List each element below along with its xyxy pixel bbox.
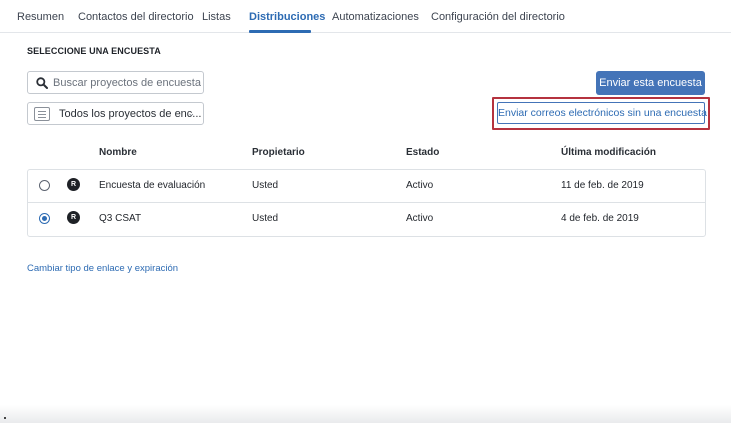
row-divider — [27, 202, 706, 203]
survey-name: Encuesta de evaluación — [99, 180, 206, 191]
survey-owner: Usted — [252, 213, 279, 224]
bottom-shadow — [0, 405, 731, 423]
survey-badge-icon: R — [67, 178, 80, 191]
tab-listas[interactable]: Listas — [202, 11, 231, 23]
column-header-nombre[interactable]: Nombre — [99, 147, 137, 158]
column-header-ultima-modificacion[interactable]: Última modificación — [561, 147, 656, 158]
project-filter-value: Todos los proyectos de enc... — [59, 108, 202, 120]
tab-automatizaciones[interactable]: Automatizaciones — [332, 11, 419, 23]
survey-last-modified: 4 de feb. de 2019 — [561, 213, 639, 224]
search-icon — [36, 77, 48, 89]
section-title: SELECCIONE UNA ENCUESTA — [27, 46, 161, 56]
document-icon — [34, 107, 50, 121]
tab-configuracion-del-directorio[interactable]: Configuración del directorio — [431, 11, 565, 23]
column-header-estado[interactable]: Estado — [406, 147, 439, 158]
search-box[interactable] — [27, 71, 204, 94]
tab-contactos-del-directorio[interactable]: Contactos del directorio — [78, 11, 194, 23]
row-radio-button-selected[interactable] — [39, 213, 50, 224]
tab-distribuciones[interactable]: Distribuciones — [249, 11, 325, 23]
survey-last-modified: 11 de feb. de 2019 — [561, 180, 644, 191]
search-input[interactable] — [53, 74, 201, 91]
send-survey-button[interactable]: Enviar esta encuesta — [596, 71, 705, 95]
corner-mark — [4, 417, 6, 419]
active-tab-indicator — [249, 30, 311, 33]
tab-bar: Resumen Contactos del directorio Listas … — [0, 0, 731, 33]
survey-badge-icon: R — [67, 211, 80, 224]
survey-status: Activo — [406, 213, 434, 224]
row-radio-button[interactable] — [39, 180, 50, 191]
change-link-type-link[interactable]: Cambiar tipo de enlace y expiración — [27, 263, 178, 274]
chevron-down-icon: ⌄ — [187, 108, 195, 118]
survey-name: Q3 CSAT — [99, 213, 142, 224]
tab-resumen[interactable]: Resumen — [17, 11, 64, 23]
survey-status: Activo — [406, 180, 434, 191]
send-emails-without-survey-button[interactable]: Enviar correos electrónicos sin una encu… — [497, 102, 707, 124]
project-filter-dropdown[interactable]: Todos los proyectos de enc... ⌄ — [27, 102, 204, 125]
column-header-propietario[interactable]: Propietario — [252, 147, 305, 158]
survey-owner: Usted — [252, 180, 279, 191]
